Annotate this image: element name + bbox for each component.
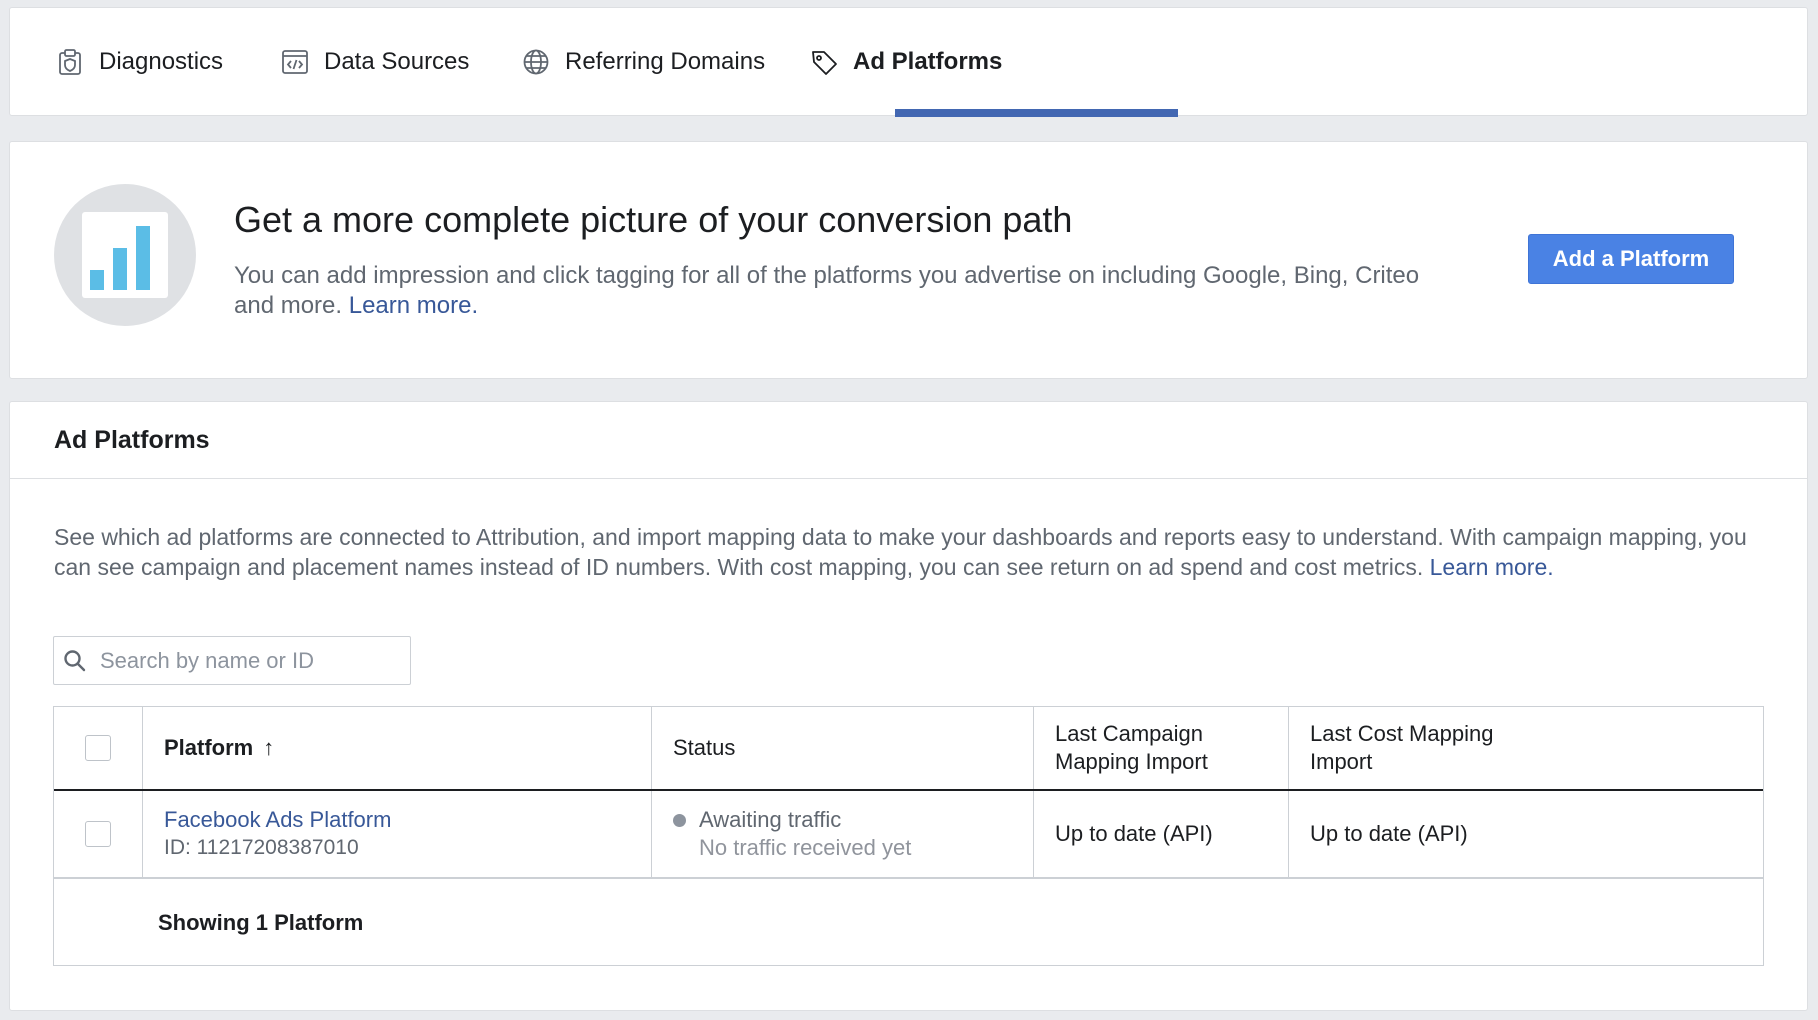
select-all-checkbox[interactable] xyxy=(85,735,111,761)
sort-ascending-icon: ↑ xyxy=(263,735,275,760)
row-checkbox[interactable] xyxy=(85,821,111,847)
status-dot xyxy=(673,813,686,827)
platform-cell: Facebook Ads Platform ID: 11217208387010 xyxy=(142,791,651,877)
last-cost-value: Up to date (API) xyxy=(1310,821,1468,846)
column-last-campaign-label: Last Campaign Mapping Import xyxy=(1055,721,1208,774)
section-title: Ad Platforms xyxy=(10,402,1807,479)
column-header-platform[interactable]: Platform ↑ xyxy=(142,707,651,789)
promo-description: You can add impression and click tagging… xyxy=(234,261,1434,321)
column-status-label: Status xyxy=(673,735,736,760)
column-header-status: Status xyxy=(651,707,1033,789)
clipboard-shield-icon xyxy=(59,49,81,75)
promo-title: Get a more complete picture of your conv… xyxy=(234,199,1073,240)
row-select-cell xyxy=(54,791,142,877)
tab-referring-domains-label: Referring Domains xyxy=(565,48,766,75)
column-last-cost-label: Last Cost Mapping Import xyxy=(1310,721,1494,774)
tab-diagnostics-label: Diagnostics xyxy=(99,48,224,75)
platforms-table: Platform ↑ Status Last Campaign Mapping … xyxy=(53,706,1764,966)
section-description: See which ad platforms are connected to … xyxy=(54,522,1774,582)
status-text: Awaiting traffic xyxy=(699,807,842,832)
last-campaign-value: Up to date (API) xyxy=(1055,821,1213,846)
tab-data-sources-label: Data Sources xyxy=(324,48,470,75)
chart-bar xyxy=(136,226,150,290)
column-header-last-cost: Last Cost Mapping Import xyxy=(1288,707,1763,789)
active-tab-indicator xyxy=(895,109,1178,117)
table-footer: Showing 1 Platform xyxy=(54,881,1763,965)
column-header-last-campaign: Last Campaign Mapping Import xyxy=(1033,707,1288,789)
chart-bar xyxy=(90,270,104,290)
bar-chart-icon xyxy=(54,184,196,326)
search-input[interactable] xyxy=(100,647,400,674)
platform-count: Showing 1 Platform xyxy=(158,910,364,935)
ad-platforms-card: Ad Platforms See which ad platforms are … xyxy=(9,401,1808,1011)
select-all-cell xyxy=(54,707,142,789)
chart-tile xyxy=(82,212,168,298)
section-learn-more-link[interactable]: Learn more. xyxy=(1430,554,1554,580)
status-cell: Awaiting traffic No traffic received yet xyxy=(651,791,1033,877)
column-platform-label: Platform xyxy=(164,735,254,760)
tab-diagnostics[interactable]: Diagnostics xyxy=(55,8,223,116)
search-box[interactable] xyxy=(53,636,411,685)
globe-icon xyxy=(523,49,549,75)
last-campaign-cell: Up to date (API) xyxy=(1033,791,1288,877)
tag-icon xyxy=(812,51,837,75)
tab-ad-platforms-label: Ad Platforms xyxy=(853,48,1003,75)
last-cost-cell: Up to date (API) xyxy=(1288,791,1763,877)
search-icon xyxy=(64,649,86,671)
code-window-icon xyxy=(282,50,308,74)
tab-referring-domains[interactable]: Referring Domains xyxy=(521,8,765,116)
tab-bar: Diagnostics Data Sources Referring Domai… xyxy=(9,7,1808,117)
table-header-row: Platform ↑ Status Last Campaign Mapping … xyxy=(54,707,1763,791)
tab-data-sources[interactable]: Data Sources xyxy=(280,8,469,116)
tab-ad-platforms[interactable]: Ad Platforms xyxy=(809,8,1002,116)
chart-bar xyxy=(113,248,127,290)
platform-name-link[interactable]: Facebook Ads Platform xyxy=(164,806,651,834)
status-detail: No traffic received yet xyxy=(699,835,912,860)
table-row: Facebook Ads Platform ID: 11217208387010… xyxy=(54,791,1763,879)
promo-learn-more-link[interactable]: Learn more. xyxy=(349,292,478,319)
platform-id: ID: 11217208387010 xyxy=(164,836,359,859)
add-platform-button[interactable]: Add a Platform xyxy=(1528,234,1734,284)
promo-card: Get a more complete picture of your conv… xyxy=(9,141,1808,379)
